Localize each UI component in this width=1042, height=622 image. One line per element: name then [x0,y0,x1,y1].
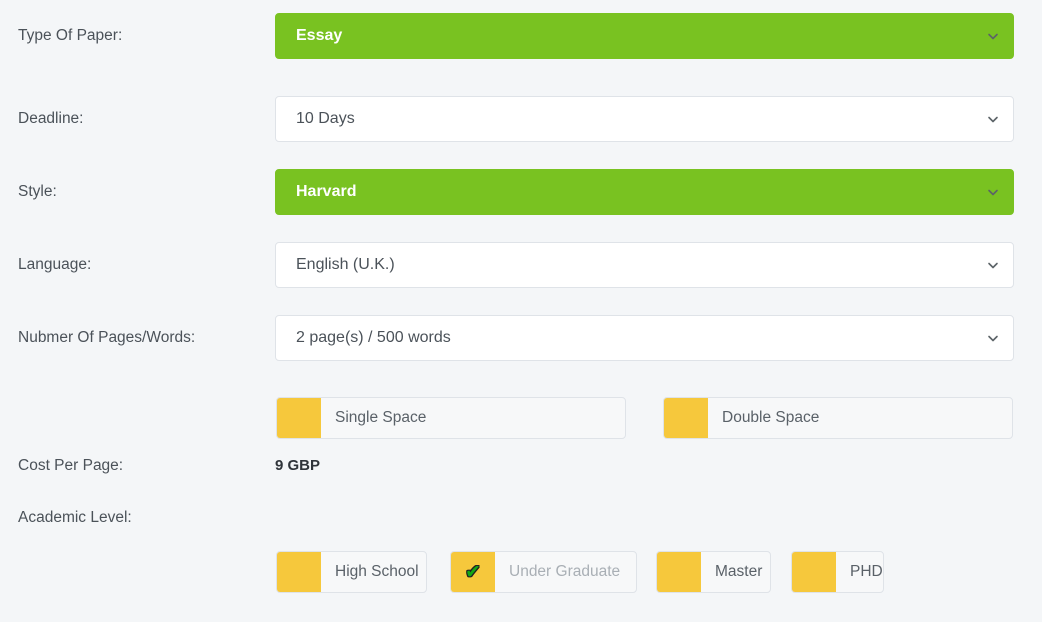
academic-level-option-high-school-label: High School [335,563,419,580]
label-academic-level: Academic Level: [18,509,132,526]
field-row-academic-level: Academic Level: [0,495,1042,541]
select-pages-words[interactable]: 2 page(s) / 500 words [275,315,1014,361]
academic-level-option-phd-label: PHD [850,563,883,580]
chevron-down-icon [987,113,999,125]
label-pages-words: Nubmer Of Pages/Words: [18,329,196,346]
field-row-type-of-paper: Type Of Paper: Essay [0,13,1042,59]
field-row-pages-words: Nubmer Of Pages/Words: 2 page(s) / 500 w… [0,315,1042,361]
checkbox-swatch-icon [664,398,708,438]
academic-level-option-master-label: Master [715,563,763,580]
spacing-option-double-space-label: Double Space [722,409,820,426]
checkbox-swatch-icon [277,552,321,592]
field-row-spacing: Single Space Double Space [0,397,1042,443]
field-row-cost-per-page: Cost Per Page: 9 GBP [0,443,1042,489]
spacing-option-double-space[interactable]: Double Space [663,397,1013,439]
paper-order-form: Type Of Paper: Essay Deadline: 10 Days S… [0,0,1042,622]
spacing-option-single-space[interactable]: Single Space [276,397,626,439]
field-row-language: Language: English (U.K.) [0,242,1042,288]
select-language-value: English (U.K.) [296,256,395,273]
spacing-option-single-space-label: Single Space [335,409,427,426]
select-type-of-paper[interactable]: Essay [275,13,1014,59]
cost-per-page-value: 9 GBP [275,457,321,474]
select-pages-words-value: 2 page(s) / 500 words [296,329,451,346]
chevron-down-icon [987,186,999,198]
academic-level-option-under-graduate[interactable]: ✔ Under Graduate [450,551,637,593]
field-row-deadline: Deadline: 10 Days [0,96,1042,142]
chevron-down-icon [987,30,999,42]
checkbox-swatch-icon [277,398,321,438]
chevron-down-icon [987,332,999,344]
select-deadline[interactable]: 10 Days [275,96,1014,142]
label-cost-per-page: Cost Per Page: [18,457,124,474]
select-language[interactable]: English (U.K.) [275,242,1014,288]
academic-level-option-master[interactable]: Master [656,551,771,593]
academic-level-option-under-graduate-label: Under Graduate [509,563,621,580]
checkbox-swatch-icon [657,552,701,592]
academic-level-options: High School ✔ Under Graduate Master PHD [0,551,1042,597]
label-type-of-paper: Type Of Paper: [18,27,123,44]
field-row-style: Style: Harvard [0,169,1042,215]
academic-level-option-high-school[interactable]: High School [276,551,427,593]
label-deadline: Deadline: [18,110,84,127]
label-language: Language: [18,256,92,273]
chevron-down-icon [987,259,999,271]
select-deadline-value: 10 Days [296,110,355,127]
academic-level-option-phd[interactable]: PHD [791,551,884,593]
checkbox-swatch-icon [792,552,836,592]
checkbox-swatch-icon: ✔ [451,552,495,592]
select-type-of-paper-value: Essay [296,27,343,44]
check-icon: ✔ [465,561,481,583]
select-style[interactable]: Harvard [275,169,1014,215]
select-style-value: Harvard [296,183,357,200]
label-style: Style: [18,183,57,200]
